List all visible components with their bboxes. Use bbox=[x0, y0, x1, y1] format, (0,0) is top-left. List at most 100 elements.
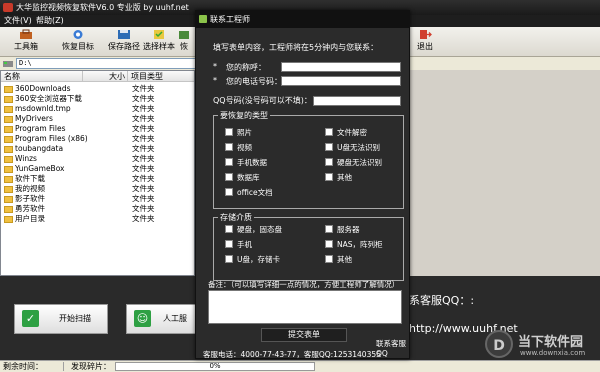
option-checkbox[interactable] bbox=[225, 143, 233, 151]
file-name: 软件下载 bbox=[15, 174, 45, 183]
option-checkbox[interactable] bbox=[225, 188, 233, 196]
person-icon: ☺ bbox=[134, 310, 151, 327]
exit-icon bbox=[420, 30, 432, 39]
option-checkbox[interactable] bbox=[325, 255, 333, 263]
restore-target-label: 恢复目标 bbox=[62, 42, 94, 51]
status-divider bbox=[63, 362, 64, 371]
exit-label: 退出 bbox=[417, 42, 433, 51]
option-checkbox[interactable] bbox=[225, 128, 233, 136]
file-name: 360Downloads bbox=[15, 84, 71, 93]
option-label: office文档 bbox=[237, 188, 273, 197]
dialog-intro: 填写表单内容，工程师将在5分钟内与您联系： bbox=[213, 43, 379, 52]
column-size[interactable]: 大小 bbox=[83, 71, 128, 82]
restore-target-button[interactable]: 恢复目标 bbox=[52, 28, 104, 56]
file-list-row[interactable]: YunGameBox 文件夹 bbox=[1, 164, 194, 174]
option-checkbox[interactable] bbox=[325, 225, 333, 233]
option-label: 文件解密 bbox=[337, 128, 367, 137]
file-type: 文件夹 bbox=[132, 174, 155, 183]
file-name: toubangdata bbox=[15, 144, 64, 153]
exit-button[interactable]: 退出 bbox=[410, 28, 440, 56]
option-checkbox[interactable] bbox=[325, 128, 333, 136]
option-checkbox[interactable] bbox=[325, 143, 333, 151]
found-fragments-label: 发现碎片： bbox=[71, 362, 111, 371]
menu-help[interactable]: 帮助(Z) bbox=[36, 15, 64, 27]
menu-file[interactable]: 文件(V) bbox=[4, 15, 32, 27]
name-input[interactable] bbox=[281, 62, 401, 72]
start-scan-label: 开始扫描 bbox=[59, 314, 91, 323]
option-checkbox[interactable] bbox=[325, 173, 333, 181]
start-scan-button[interactable]: ✓ 开始扫描 bbox=[14, 304, 108, 334]
file-type: 文件夹 bbox=[132, 194, 155, 203]
folder-icon bbox=[4, 106, 13, 113]
watermark-logo-icon: D bbox=[485, 330, 513, 358]
file-list-row[interactable]: 360安全浏览器下载 文件夹 bbox=[1, 94, 194, 104]
progress-bar: 0% bbox=[115, 362, 315, 371]
file-list-header: 名称 大小 项目类型 bbox=[1, 71, 194, 82]
contact-engineer-dialog: 联系工程师 填写表单内容，工程师将在5分钟内与您联系： * 您的称呼： * 您的… bbox=[195, 10, 410, 359]
file-list-row[interactable]: 软件下载 文件夹 bbox=[1, 174, 194, 184]
file-name: Program Files bbox=[15, 124, 66, 133]
file-name: YunGameBox bbox=[15, 164, 65, 173]
file-list-row[interactable]: 我的视频 文件夹 bbox=[1, 184, 194, 194]
dialog-app-icon bbox=[199, 15, 207, 23]
folder-icon bbox=[4, 176, 13, 183]
phone-required-mark: * bbox=[213, 76, 217, 85]
file-list-row[interactable]: 勇芳软件 文件夹 bbox=[1, 204, 194, 214]
option-label: 照片 bbox=[237, 128, 252, 137]
file-name: 我的视频 bbox=[15, 184, 45, 193]
restore-icon bbox=[179, 31, 189, 39]
option-label: 其他 bbox=[337, 255, 352, 264]
file-list-row[interactable]: MyDrivers 文件夹 bbox=[1, 114, 194, 124]
option-label: 硬盘无法识别 bbox=[337, 158, 382, 167]
restore-label: 恢 bbox=[180, 42, 188, 51]
option-checkbox[interactable] bbox=[225, 158, 233, 166]
qq-input[interactable] bbox=[313, 96, 401, 106]
option-checkbox[interactable] bbox=[225, 225, 233, 233]
option-label: NAS，阵列柜 bbox=[337, 240, 383, 249]
file-list-row[interactable]: Program Files (x86) 文件夹 bbox=[1, 134, 194, 144]
option-checkbox[interactable] bbox=[225, 240, 233, 248]
file-list-row[interactable]: Program Files 文件夹 bbox=[1, 124, 194, 134]
file-list-row[interactable]: toubangdata 文件夹 bbox=[1, 144, 194, 154]
folder-icon bbox=[4, 186, 13, 193]
option-label: U盘，存储卡 bbox=[237, 255, 280, 264]
check-icon: ✓ bbox=[22, 310, 39, 327]
restore-button[interactable]: 恢 bbox=[172, 28, 196, 56]
file-list-row[interactable]: Winzs 文件夹 bbox=[1, 154, 194, 164]
file-type: 文件夹 bbox=[132, 214, 155, 223]
folder-icon bbox=[4, 126, 13, 133]
file-list-row[interactable]: 360Downloads 文件夹 bbox=[1, 84, 194, 94]
option-checkbox[interactable] bbox=[225, 173, 233, 181]
file-type: 文件夹 bbox=[132, 124, 155, 133]
watermark-name: 当下软件园 bbox=[518, 335, 584, 350]
submit-form-button[interactable]: 提交表单 bbox=[261, 328, 347, 342]
select-sample-label: 选择样本 bbox=[143, 42, 175, 51]
restore-target-icon bbox=[73, 30, 83, 39]
folder-icon bbox=[4, 96, 13, 103]
column-type[interactable]: 项目类型 bbox=[128, 71, 194, 82]
column-name[interactable]: 名称 bbox=[1, 71, 83, 82]
file-list-row[interactable]: msdownld.tmp 文件夹 bbox=[1, 104, 194, 114]
file-list[interactable]: 名称 大小 项目类型 360Downloads 文件夹 360安全浏览器下载 文件夹 m… bbox=[0, 70, 195, 276]
dialog-title-bar: 联系工程师 bbox=[196, 11, 409, 28]
file-type: 文件夹 bbox=[132, 204, 155, 213]
file-type: 文件夹 bbox=[132, 144, 155, 153]
option-checkbox[interactable] bbox=[325, 158, 333, 166]
remark-textarea[interactable] bbox=[208, 290, 402, 324]
file-list-row[interactable]: 影子软件 文件夹 bbox=[1, 194, 194, 204]
option-label: U盘无法识别 bbox=[337, 143, 380, 152]
select-sample-icon bbox=[154, 30, 164, 39]
file-type: 文件夹 bbox=[132, 164, 155, 173]
option-label: 手机 bbox=[237, 240, 252, 249]
file-list-row[interactable]: 用户目录 文件夹 bbox=[1, 214, 194, 224]
file-name: MyDrivers bbox=[15, 114, 53, 123]
manual-service-button[interactable]: ☺ 人工服 bbox=[126, 304, 198, 334]
file-type: 文件夹 bbox=[132, 134, 155, 143]
option-label: 硬盘，固态盘 bbox=[237, 225, 282, 234]
option-checkbox[interactable] bbox=[325, 240, 333, 248]
phone-input[interactable] bbox=[281, 76, 401, 86]
option-checkbox[interactable] bbox=[225, 255, 233, 263]
path-input[interactable]: D:\ bbox=[16, 58, 198, 69]
folder-icon bbox=[4, 156, 13, 163]
toolbox-button[interactable]: 工具箱 bbox=[0, 28, 52, 56]
